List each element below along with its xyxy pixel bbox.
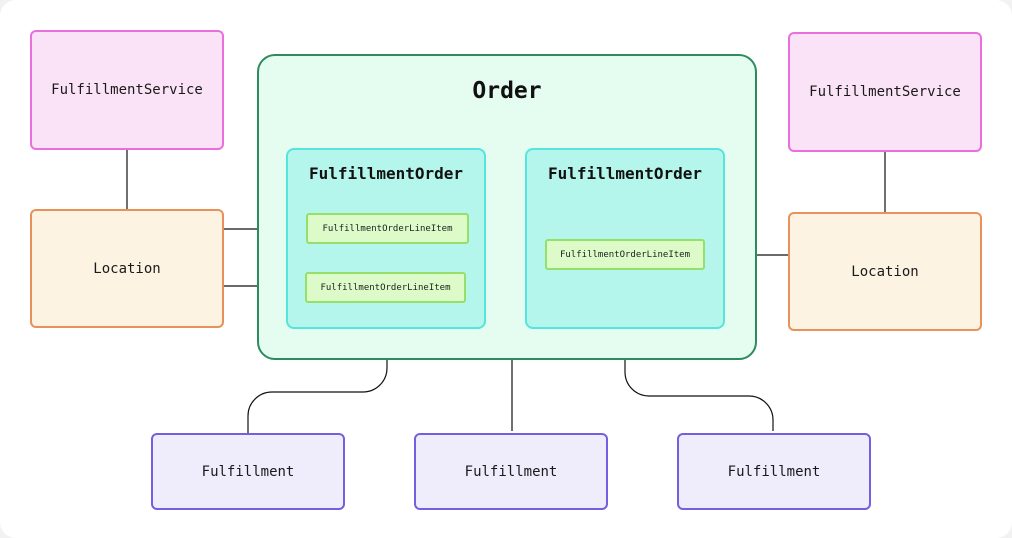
node-label: FulfillmentService — [809, 84, 961, 100]
node-label: FulfillmentOrderLineItem — [559, 249, 691, 260]
fulfillment-order-line-item-node[interactable]: FulfillmentOrderLineItem — [545, 239, 705, 270]
location-node[interactable]: Location — [788, 212, 982, 331]
node-label: Location — [851, 263, 919, 280]
node-label: Fulfillment — [201, 463, 295, 480]
fulfillment-order-title: FulfillmentOrder — [547, 164, 703, 183]
fulfillment-order-title: FulfillmentOrder — [308, 164, 464, 183]
fulfillment-node[interactable]: Fulfillment — [151, 433, 345, 510]
node-label: Location — [93, 260, 161, 277]
location-node[interactable]: Location — [30, 209, 224, 328]
node-label: FulfillmentOrderLineItem — [320, 282, 451, 293]
fulfillment-service-node[interactable]: FulfillmentService — [30, 30, 224, 150]
node-label: FulfillmentOrderLineItem — [322, 223, 453, 234]
fulfillment-order-line-item-node[interactable]: FulfillmentOrderLineItem — [306, 213, 469, 244]
fulfillment-node[interactable]: Fulfillment — [677, 433, 871, 510]
node-label: Fulfillment — [464, 463, 558, 480]
node-label: FulfillmentService — [51, 82, 203, 98]
fulfillment-service-node[interactable]: FulfillmentService — [788, 32, 982, 152]
node-label: Fulfillment — [727, 463, 821, 480]
order-title: Order — [472, 78, 542, 104]
fulfillment-order-line-item-node[interactable]: FulfillmentOrderLineItem — [305, 272, 466, 303]
fulfillment-node[interactable]: Fulfillment — [414, 433, 608, 510]
